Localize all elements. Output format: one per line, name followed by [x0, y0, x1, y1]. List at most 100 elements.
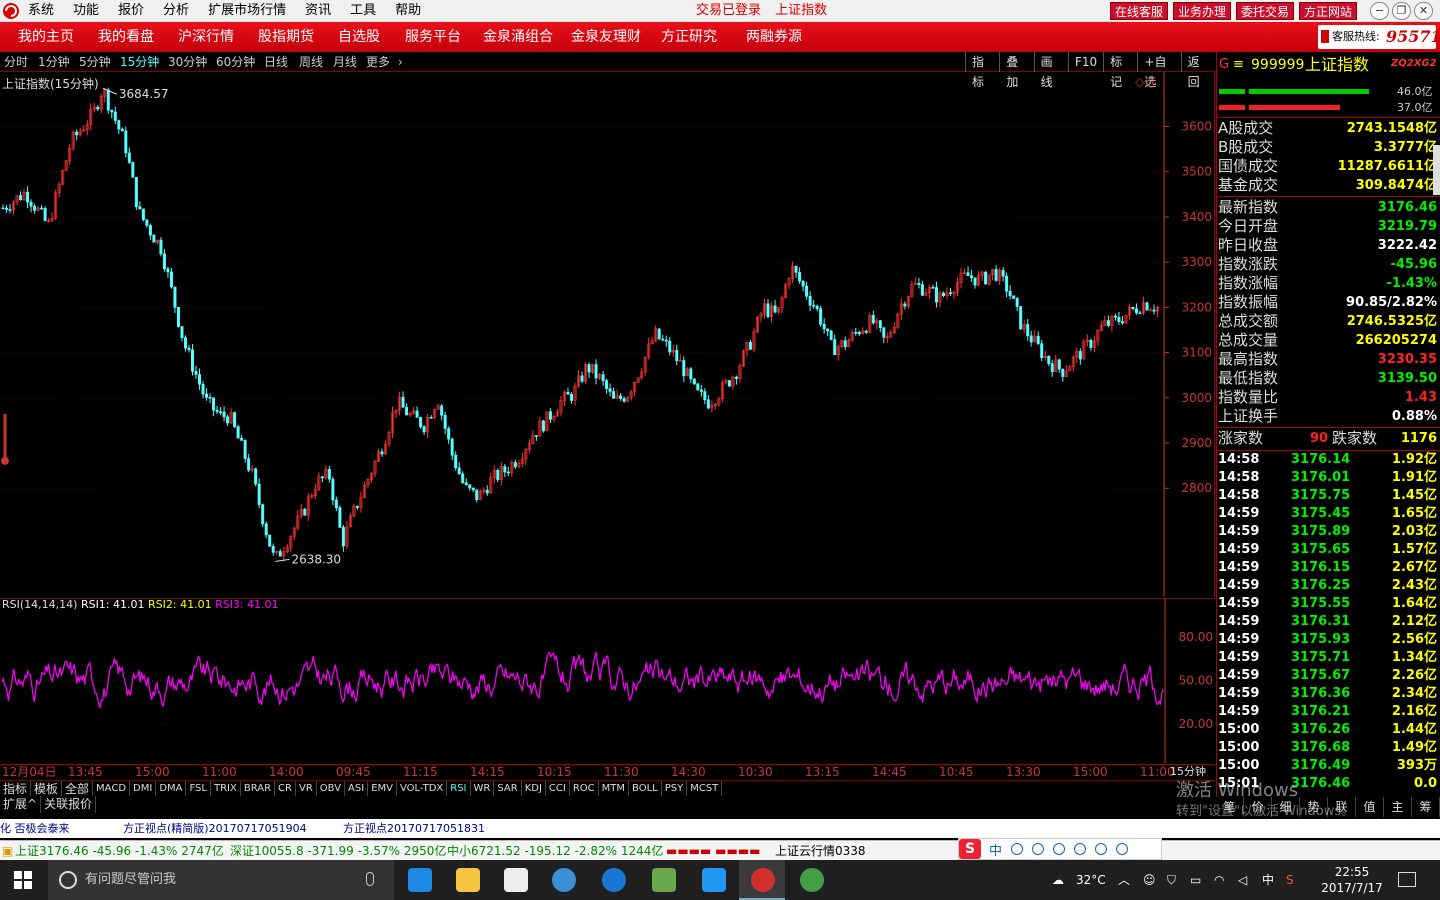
- tick-row[interactable]: 14:59 3175.67 2.26亿: [1218, 667, 1439, 685]
- volume-icon[interactable]: ◁: [1238, 860, 1247, 900]
- tool-f10-button[interactable]: F10: [1067, 52, 1103, 72]
- indicator-tab-vol-tdx[interactable]: VOL-TDX: [397, 781, 448, 796]
- quote-panel-tab[interactable]: 筹: [1412, 797, 1440, 817]
- tray-expand-icon[interactable]: ︿: [1118, 860, 1130, 900]
- indicator-tab-指标[interactable]: 指标: [0, 781, 32, 796]
- tool-draw-button[interactable]: 画线: [1033, 52, 1068, 89]
- tool-overlay-button[interactable]: 叠加: [999, 52, 1033, 89]
- weather-icon[interactable]: ☁: [1052, 860, 1064, 900]
- menu-item-news[interactable]: 资讯: [305, 0, 331, 22]
- ticker-shenzhen[interactable]: 深证10055.8 -371.99 -3.57% 2950亿: [230, 841, 446, 861]
- close-button[interactable]: ✕: [1414, 2, 1433, 20]
- edge-app[interactable]: [396, 860, 442, 900]
- period-60min[interactable]: 60分钟: [216, 52, 255, 72]
- ticker-shanghai[interactable]: 上证3176.46 -45.96 -1.43% 2747亿: [15, 841, 224, 861]
- period-1min[interactable]: 1分钟: [38, 52, 70, 72]
- panel-scrollbar[interactable]: [1433, 145, 1440, 195]
- menu-item-ext-market[interactable]: 扩展市场行情: [208, 0, 286, 22]
- period-week[interactable]: 周线: [299, 52, 323, 72]
- tool-back-button[interactable]: 返回: [1180, 52, 1215, 89]
- tick-row[interactable]: 15:00 3176.68 1.49亿: [1218, 739, 1439, 757]
- tick-row[interactable]: 14:59 3175.71 1.34亿: [1218, 649, 1439, 667]
- period-intraday[interactable]: 分时: [4, 52, 28, 72]
- restore-button[interactable]: ❐: [1392, 2, 1411, 20]
- menu-item-function[interactable]: 功能: [73, 0, 99, 22]
- period-day[interactable]: 日线: [264, 52, 288, 72]
- ticker-smb[interactable]: 中小6721.52 -195.12 -2.82% 1244亿: [447, 841, 663, 861]
- tick-row[interactable]: 14:59 3175.55 1.64亿: [1218, 595, 1439, 613]
- tick-row[interactable]: 14:59 3176.15 2.67亿: [1218, 559, 1439, 577]
- microphone-icon[interactable]: [366, 872, 374, 886]
- menu-lines-icon[interactable]: ≡: [1233, 54, 1244, 76]
- windows-start-icon[interactable]: [14, 871, 32, 889]
- menu-item-quote[interactable]: 报价: [118, 0, 144, 22]
- website-button[interactable]: 方正网站: [1299, 2, 1358, 20]
- tick-row[interactable]: 15:00 3176.26 1.44亿: [1218, 721, 1439, 739]
- period-more[interactable]: 更多: [366, 52, 390, 72]
- skin-icon[interactable]: [1095, 843, 1108, 855]
- tick-row[interactable]: 14:59 3176.31 2.12亿: [1218, 613, 1439, 631]
- tick-row[interactable]: 14:59 3175.93 2.56亿: [1218, 631, 1439, 649]
- chart-mark-icons[interactable]: ◇ ▯: [1135, 75, 1155, 89]
- indicator-tab-fsl[interactable]: FSL: [186, 781, 211, 796]
- tick-row[interactable]: 14:58 3175.75 1.45亿: [1218, 487, 1439, 505]
- indicator-tab-roc[interactable]: ROC: [570, 781, 599, 796]
- minimize-button[interactable]: −: [1370, 2, 1389, 20]
- tick-row[interactable]: 14:59 3175.65 1.57亿: [1218, 541, 1439, 559]
- nav-item-watchlist[interactable]: 自选股: [338, 22, 380, 52]
- sogou-icon[interactable]: S: [959, 839, 981, 859]
- candlestick-chart[interactable]: 2800 2900 3000 3100 3200 3300 3400 3500 3600 3684…: [0, 72, 1215, 597]
- globe-app[interactable]: [788, 860, 834, 900]
- tool-add-watch-button[interactable]: +自选: [1137, 52, 1180, 89]
- wifi-icon[interactable]: ◠: [1214, 860, 1224, 900]
- nav-item-futures[interactable]: 股指期货: [258, 22, 314, 52]
- period-15min[interactable]: 15分钟: [120, 52, 159, 72]
- indicator-tab-emv[interactable]: EMV: [368, 781, 397, 796]
- explorer-app[interactable]: [444, 860, 490, 900]
- indicator-tab-obv[interactable]: OBV: [317, 781, 346, 796]
- nav-item-service[interactable]: 服务平台: [405, 22, 461, 52]
- quote-panel-tab[interactable]: 值: [1356, 797, 1384, 817]
- store-app[interactable]: [492, 860, 538, 900]
- indicator-tab-mtm[interactable]: MTM: [599, 781, 630, 796]
- notification-icon[interactable]: [1398, 872, 1416, 887]
- tick-row[interactable]: 14:58 3176.01 1.91亿: [1218, 469, 1439, 487]
- indicator-tab-dmi[interactable]: DMI: [130, 781, 157, 796]
- menu-item-analysis[interactable]: 分析: [163, 0, 189, 22]
- tool-indicator-button[interactable]: 指标: [965, 52, 999, 89]
- browser-app[interactable]: [540, 860, 586, 900]
- tick-row[interactable]: 14:59 3176.21 2.16亿: [1218, 703, 1439, 721]
- voice-icon[interactable]: [1053, 843, 1066, 855]
- tick-row[interactable]: 15:00 3176.49 393万: [1218, 757, 1439, 775]
- ime-lang[interactable]: 中: [989, 840, 1002, 859]
- temperature[interactable]: 32°C: [1076, 860, 1106, 900]
- indicator-tab-kdj[interactable]: KDJ: [522, 781, 546, 796]
- trade-button[interactable]: 委托交易: [1236, 2, 1295, 20]
- tick-row[interactable]: 14:58 3176.14 1.92亿: [1218, 451, 1439, 469]
- nav-item-research[interactable]: 方正研究: [661, 22, 717, 52]
- cloud-quote[interactable]: 上证云行情0338: [775, 841, 866, 861]
- tool-mark-button[interactable]: 标记: [1103, 52, 1137, 89]
- news-item[interactable]: 化 否极会泰来: [0, 819, 70, 838]
- network-app[interactable]: [640, 860, 686, 900]
- indicator-tab-sar[interactable]: SAR: [494, 781, 522, 796]
- nav-item-portfolio[interactable]: 金泉涌组合: [483, 22, 553, 52]
- indicator-tab-mcst[interactable]: MCST: [687, 781, 723, 796]
- expand-tab[interactable]: 扩展^: [0, 796, 42, 813]
- online-service-button[interactable]: 在线客服: [1110, 2, 1169, 20]
- period-30min[interactable]: 30分钟: [168, 52, 207, 72]
- battery-icon[interactable]: ▭: [1190, 860, 1201, 900]
- nav-item-margin[interactable]: 两融券源: [746, 22, 802, 52]
- menu-item-system[interactable]: 系统: [28, 0, 54, 22]
- indicator-tab-asi[interactable]: ASI: [345, 781, 369, 796]
- keyboard-icon[interactable]: [1074, 843, 1087, 855]
- tick-row[interactable]: 14:59 3175.45 1.65亿: [1218, 505, 1439, 523]
- indicator-tab-dma[interactable]: DMA: [156, 781, 187, 796]
- nav-item-watch[interactable]: 我的看盘: [98, 22, 154, 52]
- settings-icon[interactable]: [1116, 843, 1129, 855]
- news-item[interactable]: 方正视点(精简版)20170717051904: [123, 819, 307, 838]
- writer-app[interactable]: [690, 860, 736, 900]
- related-quote-tab[interactable]: 关联报价: [41, 796, 97, 813]
- indicator-tab-wr[interactable]: WR: [471, 781, 495, 796]
- quote-panel-tab[interactable]: 主: [1384, 797, 1412, 817]
